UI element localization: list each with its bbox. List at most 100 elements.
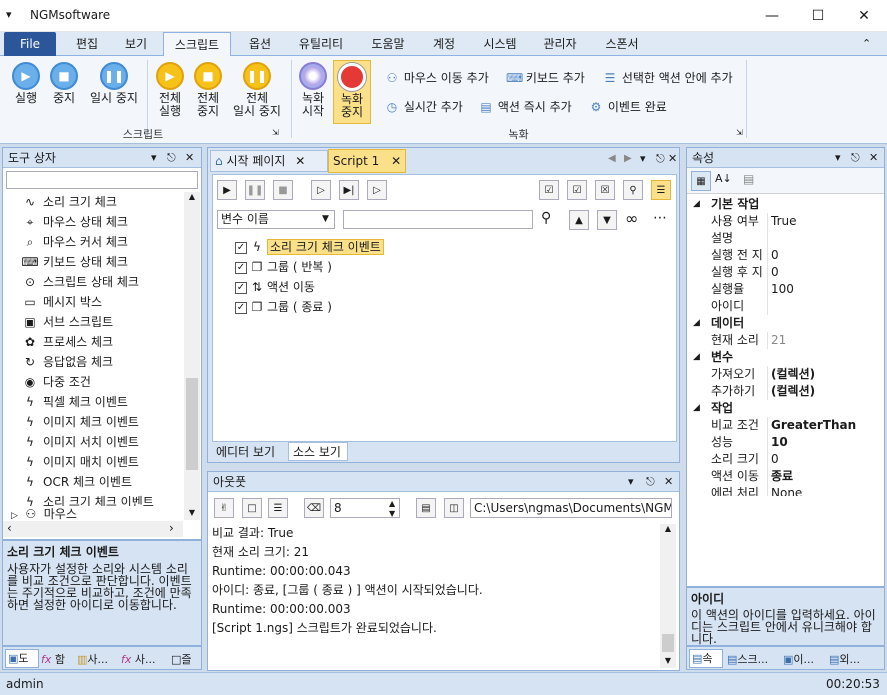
property-row[interactable]: 실행 후 지0: [687, 264, 884, 281]
maximize-button[interactable]: ☐: [795, 0, 841, 32]
tree-node[interactable]: ✓ ϟ 소리 크기 체크 이벤트: [235, 237, 635, 257]
toolbox-item[interactable]: ⌨ 키보드 상태 체크: [21, 252, 183, 272]
variable-select[interactable]: 변수 이름 ▼: [217, 210, 335, 229]
property-value[interactable]: GreaterThan: [771, 417, 856, 434]
close-icon[interactable]: ✕: [185, 148, 194, 168]
tab-editor-view[interactable]: 에디터 보기: [212, 443, 286, 461]
property-value[interactable]: 100: [771, 281, 794, 298]
move-up-button[interactable]: ▲: [569, 210, 589, 230]
toolbox-item[interactable]: ϟ 이미지 체크 이벤트: [21, 412, 183, 432]
categorized-button[interactable]: ▦: [691, 171, 711, 191]
close-icon[interactable]: ✕: [295, 154, 305, 168]
font-size-stepper[interactable]: 8 ▲ ▼: [330, 498, 400, 518]
property-row[interactable]: 실행율 100: [687, 281, 884, 298]
tab-admin[interactable]: 관리자: [534, 32, 586, 56]
dropdown-icon[interactable]: ▾: [151, 148, 157, 168]
search-icon[interactable]: ⚲: [541, 210, 551, 226]
scroll-right-icon[interactable]: ▶: [624, 153, 632, 164]
check-all-button[interactable]: ☑: [539, 180, 559, 200]
pause-button[interactable]: ❚❚: [245, 180, 265, 200]
property-category[interactable]: ◢ 작업: [687, 400, 884, 417]
property-value[interactable]: 종료: [771, 468, 793, 485]
pin-icon[interactable]: ⎋: [646, 472, 655, 492]
scroll-left-icon[interactable]: ◀: [608, 153, 616, 164]
loop-icon[interactable]: ∞: [625, 209, 638, 228]
property-value[interactable]: None: [771, 485, 802, 496]
collapse-icon[interactable]: ◢: [693, 349, 700, 366]
stop-all-button[interactable]: ■ 전체 중지: [190, 62, 226, 118]
close-button[interactable]: ✕: [841, 0, 887, 32]
toolbox-item[interactable]: ◉ 다중 조건: [21, 372, 183, 392]
collapse-icon[interactable]: ◢: [693, 315, 700, 332]
copy-output-button[interactable]: □: [242, 498, 262, 518]
list-item[interactable]: ▷ ⚇ 마우스: [11, 508, 77, 520]
node-checkbox[interactable]: ✓: [235, 261, 247, 274]
stop-button[interactable]: ■ 중지: [46, 62, 82, 105]
toolbox-item[interactable]: ϟ OCR 체크 이벤트: [21, 472, 183, 492]
property-pages-button[interactable]: ▤: [743, 172, 754, 186]
pause-all-button[interactable]: ❚❚ 전체 일시 중지: [228, 62, 286, 118]
property-row[interactable]: 성능 10: [687, 434, 884, 451]
property-row[interactable]: 설명: [687, 230, 884, 247]
tab-functions[interactable]: fx 함: [41, 651, 65, 667]
pin-icon[interactable]: ⎋: [656, 152, 665, 166]
variable-search-input[interactable]: [343, 210, 533, 229]
property-value[interactable]: 21: [771, 332, 786, 349]
play-button[interactable]: ▶: [217, 180, 237, 200]
tab-toolbox[interactable]: ▣도: [5, 649, 39, 668]
open-folder-button[interactable]: ◫: [444, 498, 464, 518]
tree-view-button[interactable]: ☰: [651, 180, 671, 200]
tab-view[interactable]: 보기: [112, 32, 160, 56]
collapse-icon[interactable]: ◢: [693, 400, 700, 417]
property-row[interactable]: 아이디: [687, 298, 884, 315]
tab-scripts[interactable]: ▤스크...: [727, 651, 768, 667]
tab-start-page[interactable]: ⌂ 시작 페이지 ✕: [210, 150, 328, 172]
output-path-input[interactable]: C:\Users\ngmas\Documents\NGM6\: [470, 498, 672, 518]
tab-source-view[interactable]: 소스 보기: [288, 442, 348, 461]
group-launcher-icon[interactable]: ⇲: [736, 128, 743, 137]
toolbox-item[interactable]: ϟ 이미지 서치 이벤트: [21, 432, 183, 452]
add-realtime-button[interactable]: ◷ 실시간 추가: [384, 98, 463, 115]
property-row[interactable]: 가져오기 (컬렉션): [687, 366, 884, 383]
tree-node[interactable]: ✓ ❐ 그룹 ( 반복 ): [235, 257, 635, 277]
check-button[interactable]: ☑: [567, 180, 587, 200]
stop-button[interactable]: ■: [273, 180, 293, 200]
tab-script-1[interactable]: Script 1 ✕: [328, 149, 406, 173]
tab-external[interactable]: ▤외...: [829, 651, 860, 667]
tab-options[interactable]: 옵션: [236, 32, 284, 56]
toolbox-item[interactable]: ϟ 소리 크기 체크 이벤트: [21, 492, 183, 506]
property-row[interactable]: 소리 크기 0: [687, 451, 884, 468]
property-value[interactable]: 0: [771, 247, 779, 264]
more-icon[interactable]: ⋯: [653, 210, 667, 226]
save-output-button[interactable]: ▤: [416, 498, 436, 518]
step-button[interactable]: ▷: [311, 180, 331, 200]
add-in-selected-button[interactable]: ☰ 선택한 액션 안에 추가: [602, 69, 733, 86]
node-checkbox[interactable]: ✓: [235, 241, 247, 254]
property-row[interactable]: 에러 처리 None: [687, 485, 884, 496]
run-to-end-button[interactable]: ▶|: [339, 180, 359, 200]
collapse-icon[interactable]: ◢: [693, 196, 700, 213]
close-icon[interactable]: ✕: [664, 472, 673, 492]
pause-button[interactable]: ❚❚ 일시 중지: [86, 62, 142, 105]
output-scrollbar[interactable]: ▲ ▼: [660, 524, 676, 668]
toolbox-search-input[interactable]: [6, 171, 198, 189]
minimize-button[interactable]: —: [749, 0, 795, 32]
scroll-thumb[interactable]: [662, 634, 674, 652]
property-row[interactable]: 사용 여부 True: [687, 213, 884, 230]
wrap-output-button[interactable]: ☰: [268, 498, 288, 518]
tree-node[interactable]: ✓ ❐ 그룹 ( 종료 ): [235, 297, 635, 317]
property-row[interactable]: 현재 소리 21: [687, 332, 884, 349]
toolbox-item[interactable]: ∿ 소리 크기 체크: [21, 192, 183, 212]
tab-edit[interactable]: 편집: [62, 32, 112, 56]
run-button[interactable]: ▶ 실행: [8, 62, 44, 105]
property-category[interactable]: ◢ 변수: [687, 349, 884, 366]
property-value[interactable]: True: [771, 213, 797, 230]
add-mouse-move-button[interactable]: ⚇ 마우스 이동 추가: [384, 69, 489, 86]
close-icon[interactable]: ✕: [391, 154, 401, 168]
property-row[interactable]: 추가하기 (컬렉션): [687, 383, 884, 400]
tab-user[interactable]: ▥사...: [77, 651, 108, 667]
find-button[interactable]: ⚲: [623, 180, 643, 200]
toolbox-item[interactable]: ⊙ 스크립트 상태 체크: [21, 272, 183, 292]
property-row[interactable]: 비교 조건 GreaterThan: [687, 417, 884, 434]
toolbox-item[interactable]: ↻ 응답없음 체크: [21, 352, 183, 372]
